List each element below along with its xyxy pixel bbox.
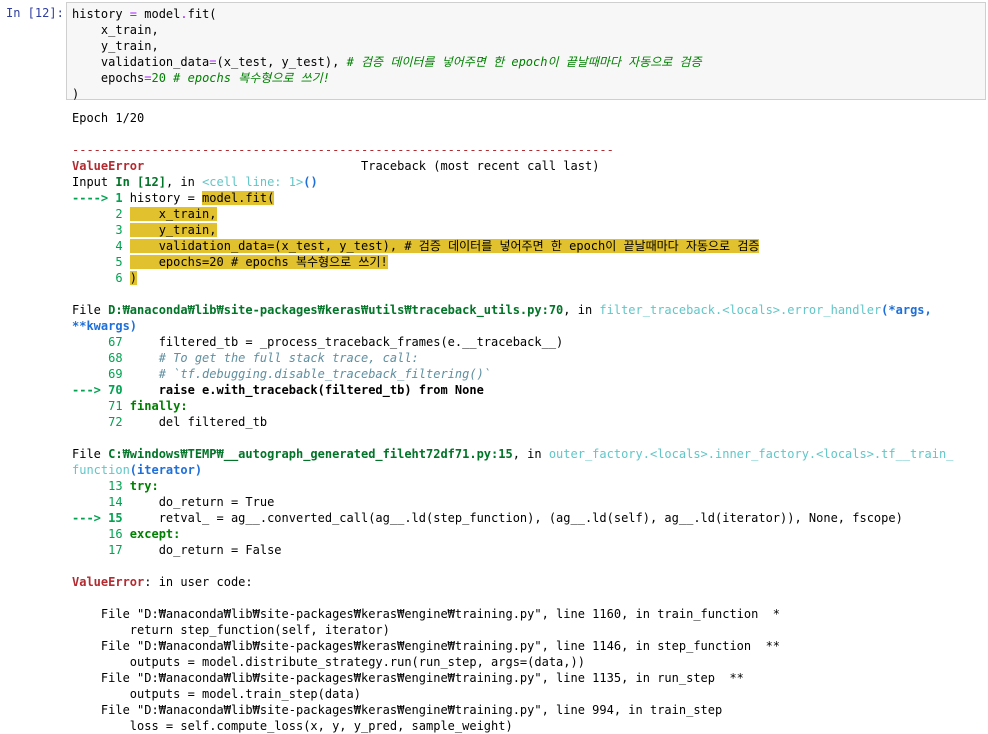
file-mid: , in xyxy=(563,303,600,317)
line-marker: 69 xyxy=(72,367,130,381)
file-mid: , in xyxy=(512,447,549,461)
epoch-line: Epoch 1/20 xyxy=(72,111,145,125)
input-prefix: Input xyxy=(72,175,116,189)
source-line: do_return = True xyxy=(129,495,275,509)
user-trace-line: loss = self.compute_loss(x, y, y_pred, s… xyxy=(72,719,513,733)
code-line: epochs=20 # epochs 복수형으로 쓰기! xyxy=(72,71,330,85)
line-marker: 13 xyxy=(72,479,130,493)
source-line: raise e.with_traceback(filtered_tb) from… xyxy=(129,383,484,397)
frame-highlight: model.fit( xyxy=(202,191,275,205)
source-line: del filtered_tb xyxy=(129,415,268,429)
code-line: ) xyxy=(72,87,80,101)
source-line: except: xyxy=(129,527,181,541)
code-line: history = model.fit( xyxy=(72,7,217,21)
cell-line-ref: <cell line: 1> xyxy=(202,175,304,189)
paren: () xyxy=(303,175,318,189)
error-name: ValueError xyxy=(72,575,145,589)
input-ref: In [12] xyxy=(115,175,166,189)
user-trace-line: outputs = model.train_step(data) xyxy=(72,687,361,701)
frame-highlight: ) xyxy=(129,271,138,285)
frame-highlight: validation_data=(x_test, y_test), # 검증 데… xyxy=(129,239,760,253)
file-path[interactable]: C:₩windows₩TEMP₩__autograph_generated_fi… xyxy=(108,447,513,461)
frame-marker: 3 xyxy=(72,223,130,237)
error-message: : in user code: xyxy=(144,575,253,589)
file-prefix: File xyxy=(72,303,109,317)
line-marker: 71 xyxy=(72,399,130,413)
separator: ----------------------------------------… xyxy=(72,143,614,157)
line-marker: 72 xyxy=(72,415,130,429)
source-line: do_return = False xyxy=(129,543,282,557)
input-comma: , in xyxy=(165,175,203,189)
line-marker: 17 xyxy=(72,543,130,557)
file-path[interactable]: D:₩anaconda₩lib₩site-packages₩keras₩util… xyxy=(108,303,563,317)
source-line: finally: xyxy=(129,399,188,413)
function-args: (*args, xyxy=(881,303,932,317)
frame-marker: 6 xyxy=(72,271,130,285)
code-line: x_train, xyxy=(72,23,159,37)
code-line: validation_data=(x_test, y_test), # 검증 데… xyxy=(72,55,702,69)
line-marker: 14 xyxy=(72,495,130,509)
frame-marker: 5 xyxy=(72,255,130,269)
frame-marker: 4 xyxy=(72,239,130,253)
frame-highlight: x_train, xyxy=(129,207,217,221)
source-line: # `tf.debugging.disable_traceback_filter… xyxy=(129,367,492,381)
output-text: Epoch 1/20 -----------------------------… xyxy=(72,110,984,734)
source-line: retval_ = ag__.converted_call(ag__.ld(st… xyxy=(129,511,903,525)
user-trace-line: File "D:₩anaconda₩lib₩site-packages₩kera… xyxy=(72,703,723,717)
frame-highlight: y_train, xyxy=(129,223,217,237)
frame-marker: ----> 1 xyxy=(72,191,130,205)
line-marker: 68 xyxy=(72,351,130,365)
user-trace-line: outputs = model.distribute_strategy.run(… xyxy=(72,655,585,669)
function-args: (iterator) xyxy=(129,463,203,477)
user-trace-line: File "D:₩anaconda₩lib₩site-packages₩kera… xyxy=(72,639,781,653)
frame-code: history = xyxy=(129,191,203,205)
file-prefix: File xyxy=(72,447,109,461)
line-marker: ---> 70 xyxy=(72,383,130,397)
line-marker: 16 xyxy=(72,527,130,541)
line-marker: ---> 15 xyxy=(72,511,130,525)
user-trace-line: File "D:₩anaconda₩lib₩site-packages₩kera… xyxy=(72,607,781,621)
cell-prompt: In [12]: xyxy=(6,6,64,20)
line-marker: 67 xyxy=(72,335,130,349)
cell-output: Epoch 1/20 -----------------------------… xyxy=(72,110,984,734)
function-name: outer_factory.<locals>.inner_factory.<lo… xyxy=(548,447,954,461)
error-name: ValueError xyxy=(72,159,145,173)
source-line: try: xyxy=(129,479,159,493)
function-args: **kwargs) xyxy=(72,319,138,333)
function-name: function xyxy=(72,463,130,477)
frame-marker: 2 xyxy=(72,207,130,221)
function-name: filter_traceback.<locals>.error_handler xyxy=(599,303,882,317)
code-line: y_train, xyxy=(72,39,159,53)
user-trace-line: return step_function(self, iterator) xyxy=(72,623,390,637)
code-cell-editor[interactable]: history = model.fit( x_train, y_train, v… xyxy=(66,2,986,101)
frame-highlight: epochs=20 # epochs 복수형으로 쓰기! xyxy=(129,255,388,269)
source-line: # To get the full stack trace, call: xyxy=(129,351,419,365)
user-trace-line: File "D:₩anaconda₩lib₩site-packages₩kera… xyxy=(72,671,744,685)
code-block[interactable]: history = model.fit( x_train, y_train, v… xyxy=(67,3,985,105)
source-line: filtered_tb = _process_traceback_frames(… xyxy=(129,335,564,349)
traceback-label: Traceback (most recent call last) xyxy=(361,159,600,173)
